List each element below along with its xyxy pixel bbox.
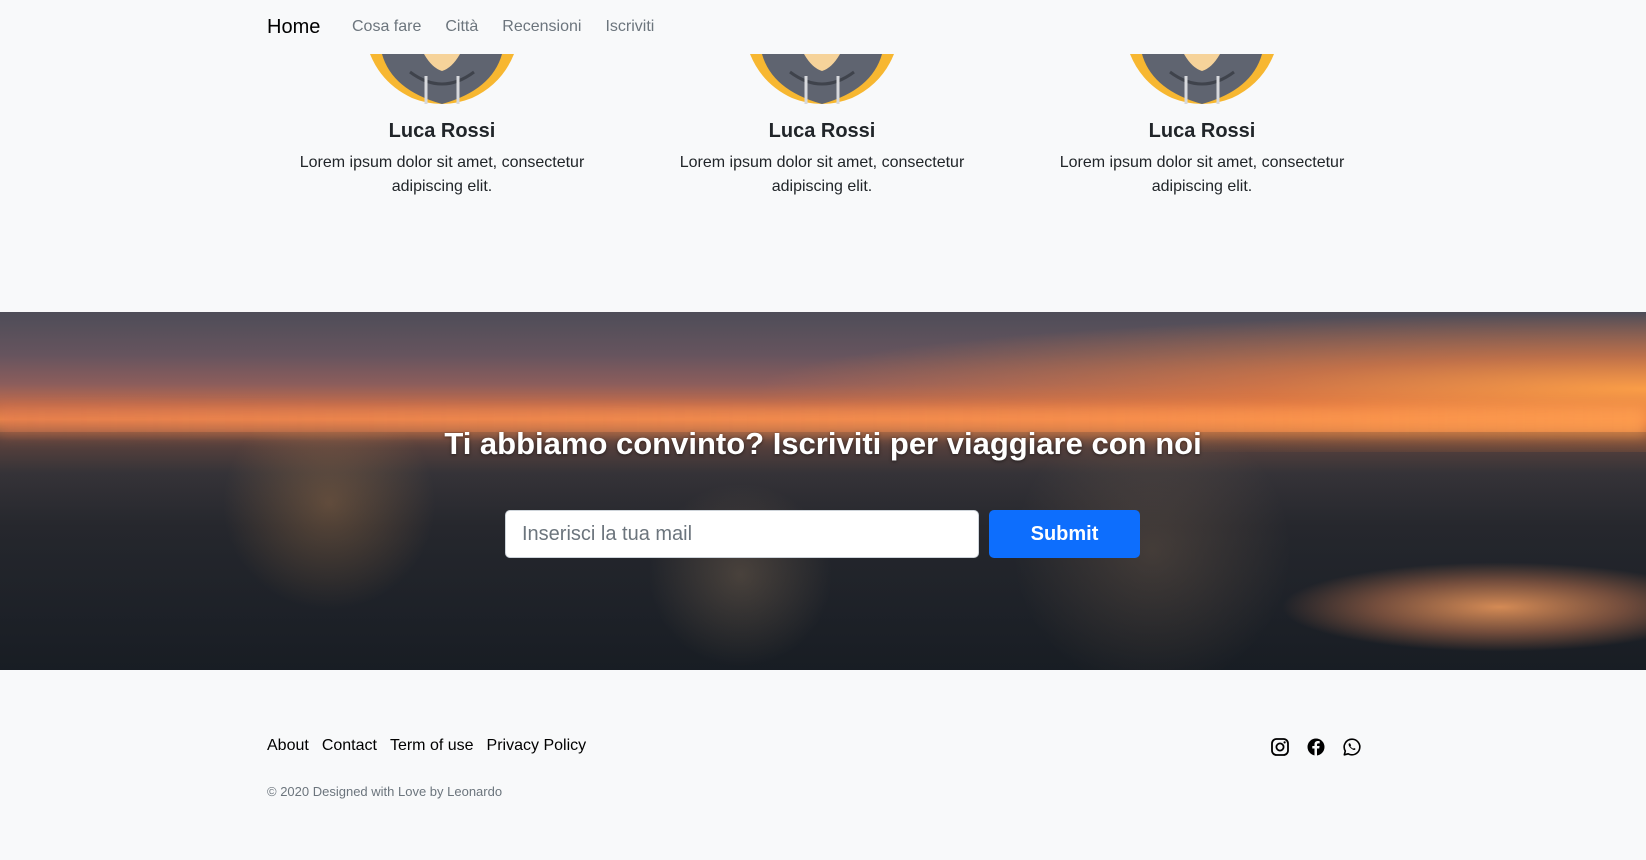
copyright-text: © 2020 Designed with Love by Leonardo bbox=[267, 784, 503, 799]
member-name: Luca Rossi bbox=[388, 120, 496, 142]
member-description: Lorem ipsum dolor sit amet, consectetur … bbox=[1059, 154, 1345, 195]
nav-links: Cosa fare Città Recensioni Iscriviti bbox=[352, 18, 678, 36]
footer-links: About Contact Term of use Privacy Policy bbox=[267, 737, 599, 755]
avatar bbox=[370, 54, 514, 104]
team-member-card: Luca Rossi Lorem ipsum dolor sit amet, c… bbox=[1012, 54, 1392, 199]
team-section: Luca Rossi Lorem ipsum dolor sit amet, c… bbox=[0, 54, 1646, 312]
footer-link-terms[interactable]: Term of use bbox=[390, 737, 474, 755]
submit-button[interactable]: Submit bbox=[989, 510, 1140, 558]
footer-link-contact[interactable]: Contact bbox=[322, 737, 377, 755]
footer: About Contact Term of use Privacy Policy… bbox=[0, 670, 1646, 860]
member-description: Lorem ipsum dolor sit amet, consectetur … bbox=[679, 154, 965, 195]
instagram-icon[interactable] bbox=[1270, 737, 1290, 757]
team-member-card: Luca Rossi Lorem ipsum dolor sit amet, c… bbox=[632, 54, 1012, 199]
hero-background-lake bbox=[1280, 562, 1646, 652]
subscribe-title: Ti abbiamo convinto? Iscriviti per viagg… bbox=[444, 426, 1202, 461]
nav-link-iscriviti[interactable]: Iscriviti bbox=[605, 18, 654, 36]
nav-brand-home[interactable]: Home bbox=[267, 16, 320, 39]
subscribe-form: Submit bbox=[505, 510, 1140, 558]
team-member-card: Luca Rossi Lorem ipsum dolor sit amet, c… bbox=[252, 54, 632, 199]
social-links bbox=[1270, 737, 1362, 757]
nav-link-citta[interactable]: Città bbox=[445, 18, 478, 36]
avatar bbox=[750, 54, 894, 104]
nav-link-recensioni[interactable]: Recensioni bbox=[502, 18, 581, 36]
subscribe-hero: Ti abbiamo convinto? Iscriviti per viagg… bbox=[0, 312, 1646, 670]
whatsapp-icon[interactable] bbox=[1342, 737, 1362, 757]
avatar bbox=[1130, 54, 1274, 104]
member-name: Luca Rossi bbox=[768, 120, 876, 142]
email-input[interactable] bbox=[505, 510, 979, 558]
nav-link-cosa-fare[interactable]: Cosa fare bbox=[352, 18, 421, 36]
footer-link-privacy[interactable]: Privacy Policy bbox=[487, 737, 587, 755]
member-name: Luca Rossi bbox=[1148, 120, 1256, 142]
facebook-icon[interactable] bbox=[1306, 737, 1326, 757]
navbar: Home Cosa fare Città Recensioni Iscrivit… bbox=[0, 0, 1646, 54]
footer-link-about[interactable]: About bbox=[267, 737, 309, 755]
member-description: Lorem ipsum dolor sit amet, consectetur … bbox=[299, 154, 585, 195]
